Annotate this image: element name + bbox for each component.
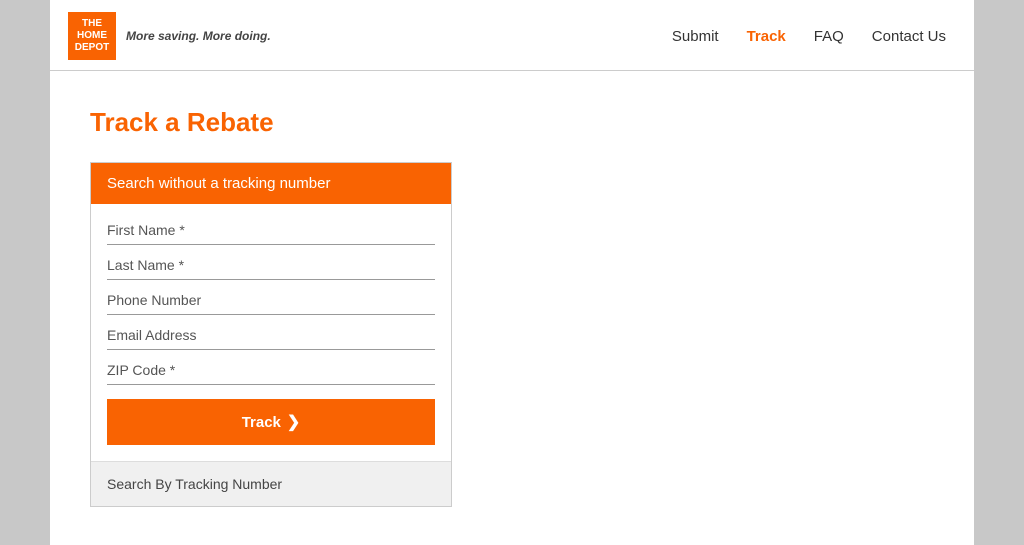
form-card: Search without a tracking number [90,162,452,507]
email-field[interactable] [107,319,435,350]
logo-tagline: More saving. More doing. [126,29,271,43]
page-title: Track a Rebate [90,107,934,138]
main-nav: Submit Track FAQ Contact Us [672,28,946,45]
email-input[interactable] [107,327,435,343]
track-button-arrow: ❯ [287,412,300,432]
zip-field[interactable] [107,354,435,385]
track-button[interactable]: Track ❯ [107,399,435,445]
form-body: Track ❯ [91,204,451,461]
nav-faq[interactable]: FAQ [814,28,844,45]
home-depot-logo: THE HOME DEPOT [68,12,116,60]
logo-area: THE HOME DEPOT More saving. More doing. [68,12,271,60]
track-button-label: Track [242,414,281,431]
first-name-field[interactable] [107,214,435,245]
main-content: Track a Rebate Search without a tracking… [50,71,974,543]
last-name-input[interactable] [107,257,435,273]
first-name-input[interactable] [107,222,435,238]
header: THE HOME DEPOT More saving. More doing. … [50,0,974,71]
nav-submit[interactable]: Submit [672,28,719,45]
nav-contact-us[interactable]: Contact Us [872,28,946,45]
last-name-field[interactable] [107,249,435,280]
phone-input[interactable] [107,292,435,308]
form-card-header: Search without a tracking number [91,163,451,204]
page-wrapper: THE HOME DEPOT More saving. More doing. … [50,0,974,545]
search-by-tracking-number[interactable]: Search By Tracking Number [91,461,451,506]
nav-track[interactable]: Track [747,28,786,45]
zip-input[interactable] [107,362,435,378]
phone-field[interactable] [107,284,435,315]
